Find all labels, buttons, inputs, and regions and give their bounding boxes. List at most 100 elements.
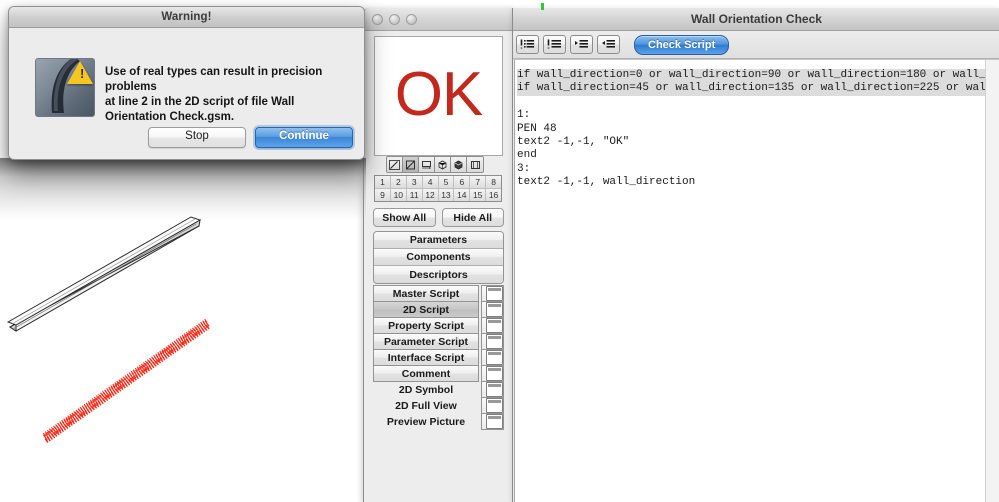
pen-cell-16[interactable]: 16 <box>486 189 501 201</box>
script-row-label[interactable]: Interface Script <box>373 349 479 366</box>
hide-all-button[interactable]: Hide All <box>441 208 504 227</box>
script-row-label[interactable]: 2D Symbol <box>373 381 479 398</box>
warning-message-line-4: Orientation Check.gsm. <box>105 111 235 123</box>
increase-indent-button[interactable] <box>570 35 593 54</box>
window-icon <box>486 318 503 333</box>
pen-cell-13[interactable]: 13 <box>438 189 454 201</box>
show-all-button[interactable]: Show All <box>373 208 436 227</box>
open-in-window-button[interactable] <box>481 285 504 302</box>
script-row[interactable]: Master Script <box>373 285 504 302</box>
pen-cell-14[interactable]: 14 <box>454 189 470 201</box>
2d-symbol-view-icon[interactable] <box>387 157 403 172</box>
script-row-label[interactable]: 2D Script <box>373 301 479 318</box>
script-section-list: Master Script 2D Script Property Script Par… <box>373 285 504 430</box>
toggle-line-numbers-button[interactable] <box>543 35 566 54</box>
script-row[interactable]: Preview Picture <box>373 413 504 430</box>
minimize-button[interactable] <box>389 13 400 25</box>
script-row-label[interactable]: Comment <box>373 365 479 382</box>
pen-cell-3[interactable]: 3 <box>406 176 422 188</box>
script-row[interactable]: Comment <box>373 365 504 382</box>
script-code-area[interactable]: if wall_direction=0 or wall_direction=90… <box>514 59 999 502</box>
pen-cell-9[interactable]: 9 <box>375 189 390 201</box>
script-toolbar: Check Script <box>513 31 999 59</box>
open-in-window-button[interactable] <box>481 365 504 382</box>
zoom-button[interactable] <box>406 13 417 25</box>
warning-message: Use of real types can result in precisio… <box>105 65 345 125</box>
script-row[interactable]: 2D Full View <box>373 397 504 414</box>
open-in-window-button[interactable] <box>481 397 504 414</box>
window-icon <box>486 302 503 317</box>
script-window-title: Wall Orientation Check <box>691 12 822 26</box>
front-elevation-view-icon[interactable] <box>419 157 435 172</box>
object-editor-window: OK 1 2 3 4 5 6 7 8 9 10 11 12 13 14 15 16 Sh <box>363 8 514 502</box>
open-in-window-button[interactable] <box>481 381 504 398</box>
code-line: 1: <box>517 109 531 122</box>
descriptors-row[interactable]: Descriptors <box>374 266 503 283</box>
script-row[interactable]: Parameter Script <box>373 333 504 350</box>
pen-cell-2[interactable]: 2 <box>390 176 406 188</box>
pen-cell-5[interactable]: 5 <box>438 176 454 188</box>
open-in-window-button[interactable] <box>481 349 504 366</box>
script-code-text[interactable]: if wall_direction=0 or wall_direction=90… <box>515 60 999 190</box>
code-line: if wall_direction=45 or wall_direction=1… <box>517 82 999 96</box>
2d-full-view-icon[interactable] <box>403 157 419 172</box>
open-in-window-button[interactable] <box>481 301 504 318</box>
wall-object-gray[interactable] <box>6 216 202 332</box>
code-line: PEN 48 <box>517 122 557 135</box>
pen-cell-11[interactable]: 11 <box>406 189 422 201</box>
pen-cell-1[interactable]: 1 <box>375 176 390 188</box>
close-button[interactable] <box>372 13 383 25</box>
script-row-label[interactable]: 2D Full View <box>373 397 479 414</box>
green-status-marker <box>541 3 544 10</box>
continue-button[interactable]: Continue <box>255 127 353 148</box>
warning-dialog-titlebar[interactable]: Warning! <box>9 7 364 28</box>
window-icon <box>486 286 503 301</box>
decrease-indent-button[interactable] <box>597 35 620 54</box>
pen-cell-7[interactable]: 7 <box>470 176 486 188</box>
script-editor-window: Wall Orientation Check Check Script if w… <box>512 8 999 502</box>
parameters-row[interactable]: Parameters <box>374 232 503 249</box>
object-window-titlebar[interactable] <box>364 8 513 31</box>
pen-cell-15[interactable]: 15 <box>470 189 486 201</box>
view-mode-icon-row <box>386 156 484 173</box>
warning-dialog: Warning! ! Use of real types can result … <box>8 6 365 160</box>
window-icon <box>486 334 503 349</box>
window-icon <box>486 382 503 397</box>
exclamation-glyph: ! <box>80 66 85 81</box>
script-row[interactable]: Interface Script <box>373 349 504 366</box>
script-row[interactable]: Property Script <box>373 317 504 334</box>
show-line-numbers-button[interactable] <box>516 35 539 54</box>
warning-triangle-icon: ! <box>35 58 95 117</box>
script-window-titlebar[interactable]: Wall Orientation Check <box>513 8 999 31</box>
parameter-group-box: Parameters Components Descriptors <box>373 231 504 284</box>
script-row-label[interactable]: Parameter Script <box>373 333 479 350</box>
warning-message-line-3: at line 2 in the 2D script of file Wall <box>105 96 295 108</box>
script-row[interactable]: 2D Script <box>373 301 504 318</box>
pen-cell-10[interactable]: 10 <box>390 189 406 201</box>
pen-cell-4[interactable]: 4 <box>422 176 438 188</box>
code-line: text2 -1,-1, wall_direction <box>517 176 696 189</box>
script-row-label[interactable]: Preview Picture <box>373 413 479 430</box>
object-preview-box[interactable]: OK <box>374 36 503 156</box>
pen-cell-12[interactable]: 12 <box>422 189 438 201</box>
preview-picture-view-icon[interactable] <box>467 157 483 172</box>
3d-solid-view-icon[interactable] <box>451 157 467 172</box>
code-line: 3: <box>517 162 531 175</box>
components-row[interactable]: Components <box>374 249 503 266</box>
pen-cell-8[interactable]: 8 <box>486 176 501 188</box>
3d-wireframe-view-icon[interactable] <box>435 157 451 172</box>
code-line: if wall_direction=0 or wall_direction=90… <box>517 69 999 83</box>
stop-button[interactable]: Stop <box>148 127 246 148</box>
open-in-window-button[interactable] <box>481 317 504 334</box>
pen-cell-6[interactable]: 6 <box>454 176 470 188</box>
open-in-window-button[interactable] <box>481 333 504 350</box>
window-icon <box>486 414 503 429</box>
check-script-button[interactable]: Check Script <box>634 34 730 55</box>
script-row-label[interactable]: Master Script <box>373 285 479 302</box>
window-icon <box>486 366 503 381</box>
script-row-label[interactable]: Property Script <box>373 317 479 334</box>
wall-object-red-selected[interactable] <box>42 318 211 444</box>
script-row[interactable]: 2D Symbol <box>373 381 504 398</box>
preview-ok-text: OK <box>394 60 484 129</box>
open-in-window-button[interactable] <box>481 413 504 430</box>
